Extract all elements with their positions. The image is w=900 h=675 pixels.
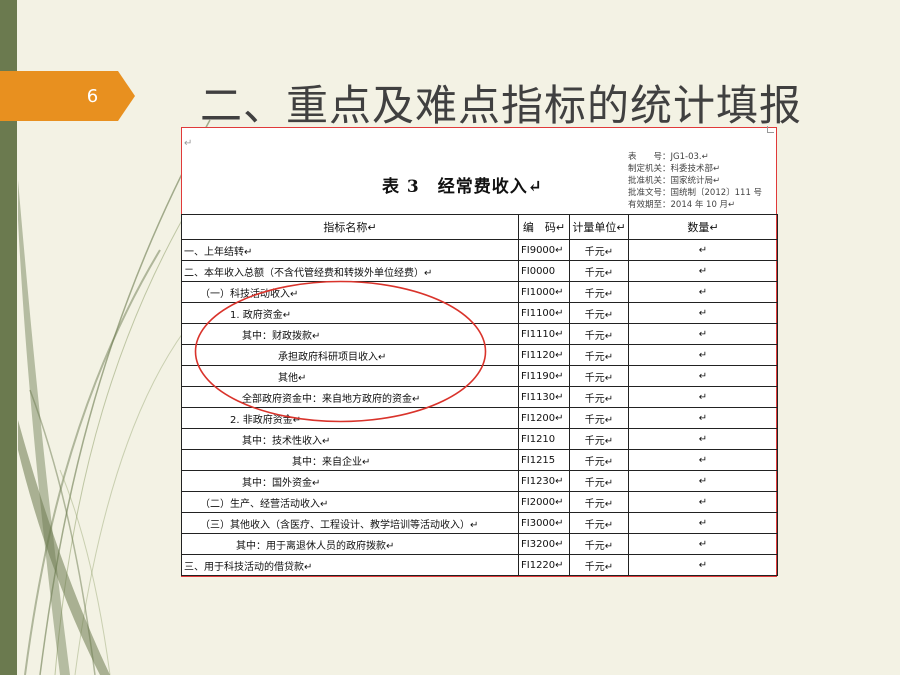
- unit-cell: 千元↵: [569, 302, 629, 324]
- indicator-name-cell: 其中：来自企业↵: [181, 449, 519, 471]
- quantity-cell: ↵: [628, 344, 778, 366]
- indicator-code-cell: FI0000: [518, 260, 570, 282]
- column-header-unit: 计量单位↵: [569, 214, 629, 240]
- table-row: 二、本年收入总额（不含代管经费和转拨外单位经费）↵ FI0000 千元↵ ↵: [181, 260, 778, 282]
- unit-cell: 千元↵: [569, 365, 629, 387]
- indicator-code-cell: FI3200↵: [518, 533, 570, 555]
- indicator-code-cell: FI1130↵: [518, 386, 570, 408]
- indicator-code-cell: FI1000↵: [518, 281, 570, 303]
- unit-cell: 千元↵: [569, 470, 629, 492]
- indicator-code-cell: FI1100↵: [518, 302, 570, 324]
- table-row: 其中：国外资金↵ FI1230↵ 千元↵ ↵: [181, 470, 778, 492]
- indicator-code-cell: FI1200↵: [518, 407, 570, 429]
- meta-line: 有效期至：2014 年 10 月↵: [628, 200, 736, 210]
- meta-line: 制定机关：科委技术部↵: [628, 164, 721, 174]
- unit-cell: 千元↵: [569, 491, 629, 513]
- quantity-cell: ↵: [628, 365, 778, 387]
- slide-number: 6: [86, 86, 99, 107]
- slide-title: 二、重点及难点指标的统计填报: [200, 81, 803, 130]
- quantity-cell: ↵: [628, 386, 778, 408]
- unit-cell: 千元↵: [569, 407, 629, 429]
- indicator-name-cell: 其中：技术性收入↵: [181, 428, 519, 450]
- highlight-ellipse: [194, 280, 487, 423]
- unit-cell: 千元↵: [569, 554, 629, 576]
- indicator-code-cell: FI1210: [518, 428, 570, 450]
- unit-cell: 千元↵: [569, 449, 629, 471]
- unit-cell: 千元↵: [569, 428, 629, 450]
- unit-cell: 千元↵: [569, 323, 629, 345]
- unit-cell: 千元↵: [569, 344, 629, 366]
- indicator-code-cell: FI1190↵: [518, 365, 570, 387]
- form-meta: 表 号：JG1-03.↵ 制定机关：科委技术部↵ 批准机关：国家统计局↵ 批准文…: [628, 151, 762, 211]
- table-header-row: 指标名称↵ 编 码↵ 计量单位↵ 数量↵: [181, 214, 778, 240]
- paragraph-mark: ↵: [184, 138, 193, 149]
- indicator-name-cell: 一、上年结转↵: [181, 239, 519, 261]
- unit-cell: 千元↵: [569, 239, 629, 261]
- table-row: （三）其他收入（含医疗、工程设计、教学培训等活动收入）↵ FI3000↵ 千元↵ ↵: [181, 512, 778, 534]
- table-row: 其中：来自企业↵ FI1215 千元↵ ↵: [181, 449, 778, 471]
- indicator-name-cell: 二、本年收入总额（不含代管经费和转拨外单位经费）↵: [181, 260, 519, 282]
- column-header-quantity: 数量↵: [628, 214, 778, 240]
- quantity-cell: ↵: [628, 323, 778, 345]
- meta-line: 表 号：JG1-03.↵: [628, 152, 709, 162]
- unit-cell: 千元↵: [569, 281, 629, 303]
- indicator-code-cell: FI1120↵: [518, 344, 570, 366]
- column-header-code: 编 码↵: [518, 214, 570, 240]
- column-header-name: 指标名称↵: [181, 214, 519, 240]
- indicator-name-cell: 其中：国外资金↵: [181, 470, 519, 492]
- quantity-cell: ↵: [628, 407, 778, 429]
- quantity-cell: ↵: [628, 281, 778, 303]
- form-header: ↵ 表 3 经常费收入↵ 表 号：JG1-03.↵ 制定机关：科委技术部↵ 批准…: [182, 126, 776, 214]
- indicator-name-cell: （二）生产、经营活动收入↵: [181, 491, 519, 513]
- quantity-cell: ↵: [628, 302, 778, 324]
- table-title: 表 3 经常费收入↵: [382, 177, 543, 197]
- quantity-cell: ↵: [628, 470, 778, 492]
- indicator-code-cell: FI9000↵: [518, 239, 570, 261]
- quantity-cell: ↵: [628, 491, 778, 513]
- indicator-name-cell: 其中：用于离退休人员的政府拨款↵: [181, 533, 519, 555]
- indicator-name-cell: 三、用于科技活动的借贷款↵: [181, 554, 519, 576]
- indicator-code-cell: FI1215: [518, 449, 570, 471]
- indicator-code-cell: FI1110↵: [518, 323, 570, 345]
- table-row: 其中：用于离退休人员的政府拨款↵ FI3200↵ 千元↵ ↵: [181, 533, 778, 555]
- quantity-cell: ↵: [628, 554, 778, 576]
- indicator-name-cell: （三）其他收入（含医疗、工程设计、教学培训等活动收入）↵: [181, 512, 519, 534]
- quantity-cell: ↵: [628, 260, 778, 282]
- indicator-code-cell: FI2000↵: [518, 491, 570, 513]
- table-row: 其中：技术性收入↵ FI1210 千元↵ ↵: [181, 428, 778, 450]
- quantity-cell: ↵: [628, 239, 778, 261]
- quantity-cell: ↵: [628, 512, 778, 534]
- unit-cell: 千元↵: [569, 512, 629, 534]
- table-row: 三、用于科技活动的借贷款↵ FI1220↵ 千元↵ ↵: [181, 554, 778, 576]
- meta-line: 批准文号：国统制〔2012〕111 号: [628, 188, 763, 198]
- quantity-cell: ↵: [628, 449, 778, 471]
- page-corner-mark: [767, 126, 774, 133]
- slide-number-tab: [0, 71, 135, 121]
- unit-cell: 千元↵: [569, 533, 629, 555]
- unit-cell: 千元↵: [569, 386, 629, 408]
- meta-line: 批准机关：国家统计局↵: [628, 176, 721, 186]
- indicator-code-cell: FI1230↵: [518, 470, 570, 492]
- unit-cell: 千元↵: [569, 260, 629, 282]
- table-row: （二）生产、经营活动收入↵ FI2000↵ 千元↵ ↵: [181, 491, 778, 513]
- quantity-cell: ↵: [628, 428, 778, 450]
- quantity-cell: ↵: [628, 533, 778, 555]
- table-row: 一、上年结转↵ FI9000↵ 千元↵ ↵: [181, 239, 778, 261]
- indicator-code-cell: FI3000↵: [518, 512, 570, 534]
- indicator-code-cell: FI1220↵: [518, 554, 570, 576]
